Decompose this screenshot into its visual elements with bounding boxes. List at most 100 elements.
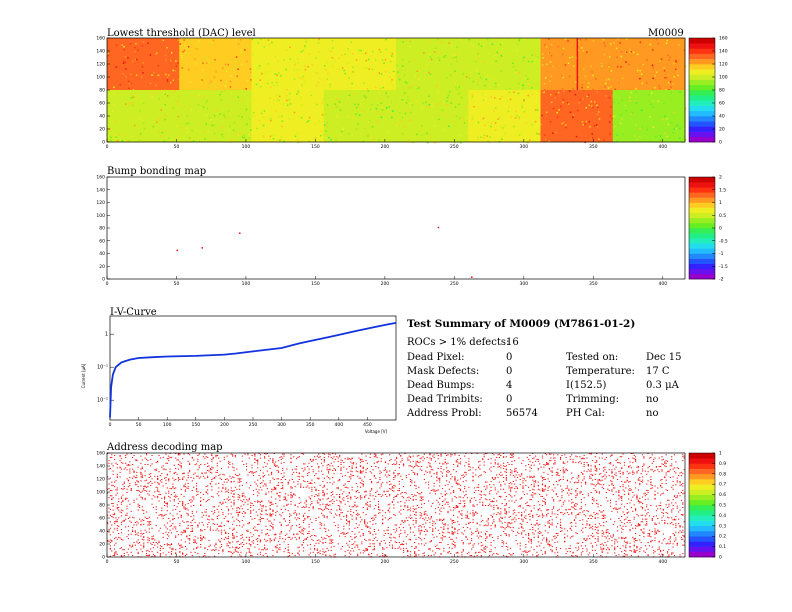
address-defect-pixel xyxy=(351,462,353,464)
threshold-pixel xyxy=(672,132,674,134)
threshold-palette-tick-label: 100 xyxy=(719,75,728,81)
address-defect-pixel xyxy=(229,542,231,544)
threshold-pixel xyxy=(317,81,320,84)
address-defect-pixel xyxy=(352,543,355,545)
address-defect-pixel xyxy=(489,551,491,553)
address-defect-pixel xyxy=(366,548,369,550)
address-defect-pixel xyxy=(234,456,237,458)
address-defect-pixel xyxy=(439,477,441,479)
threshold-pixel xyxy=(281,125,284,128)
threshold-pixel xyxy=(156,44,158,47)
threshold-pixel xyxy=(663,69,666,72)
address-defect-pixel xyxy=(398,483,400,485)
threshold-pixel xyxy=(141,124,143,127)
threshold-pixel xyxy=(285,94,288,97)
address-defect-pixel xyxy=(261,500,263,502)
address-defect-pixel xyxy=(109,514,111,516)
address-defect-pixel xyxy=(183,521,185,523)
address-defect-pixel xyxy=(218,511,220,513)
address-defect-pixel xyxy=(177,478,180,480)
address-defect-pixel xyxy=(447,501,449,503)
threshold-pixel xyxy=(279,116,281,118)
address-defect-pixel xyxy=(411,466,413,467)
threshold-pixel xyxy=(385,61,388,64)
address-defect-pixel xyxy=(430,505,432,507)
address-defect-pixel xyxy=(147,549,149,551)
threshold-pixel xyxy=(424,43,426,46)
threshold-pixel xyxy=(455,56,457,58)
address-defect-pixel xyxy=(330,495,332,497)
address-defect-pixel xyxy=(158,540,160,542)
address-defect-pixel xyxy=(330,540,332,542)
address-defect-pixel xyxy=(477,537,480,539)
bump-ytick-label: 160 xyxy=(96,175,105,181)
address-defect-pixel xyxy=(364,497,366,499)
threshold-pixel xyxy=(323,65,326,67)
address-defect-pixel xyxy=(309,536,312,538)
address-defect-pixel xyxy=(479,535,481,537)
address-defect-pixel xyxy=(143,486,145,488)
threshold-pixel xyxy=(661,71,663,74)
address-defect-pixel xyxy=(337,460,339,462)
address-defect-pixel xyxy=(475,499,477,501)
address-defect-pixel xyxy=(440,467,442,469)
address-defect-pixel xyxy=(194,521,196,523)
address-defect-pixel xyxy=(140,520,142,522)
address-defect-pixel xyxy=(384,467,387,469)
address-defect-pixel xyxy=(126,497,128,499)
address-defect-pixel xyxy=(458,454,460,456)
address-defect-pixel xyxy=(368,526,370,528)
address-defect-pixel xyxy=(290,514,292,516)
threshold-pixel xyxy=(458,86,461,88)
address-defect-pixel xyxy=(191,480,193,482)
threshold-pixel xyxy=(658,87,661,89)
address-defect-pixel xyxy=(211,510,213,512)
threshold-pixel xyxy=(271,81,273,84)
address-defect-pixel xyxy=(240,555,242,557)
mask-defects-value: 0 xyxy=(506,366,513,377)
address-defect-pixel xyxy=(457,466,459,467)
address-defect-pixel xyxy=(482,544,484,546)
address-defect-pixel xyxy=(490,525,492,527)
address-defect-pixel xyxy=(404,521,406,523)
address-defect-pixel xyxy=(440,493,442,495)
threshold-pixel xyxy=(450,102,452,104)
address-defect-pixel xyxy=(341,493,344,495)
address-defect-pixel xyxy=(308,462,310,464)
address-defect-pixel xyxy=(163,505,166,506)
address-defect-pixel xyxy=(464,506,466,508)
threshold-pixel xyxy=(233,121,236,124)
address-defect-pixel xyxy=(126,469,128,471)
threshold-pixel xyxy=(598,66,600,68)
address-defect-pixel xyxy=(286,504,288,506)
address-defect-pixel xyxy=(179,547,181,549)
address-defect-pixel xyxy=(195,475,198,477)
address-defect-pixel xyxy=(302,550,305,552)
threshold-pixel xyxy=(252,115,255,117)
address-defect-pixel xyxy=(190,525,192,527)
address-defect-pixel xyxy=(232,466,234,468)
bump-xtick-label: 50 xyxy=(174,281,180,287)
address-defect-pixel xyxy=(466,517,469,519)
threshold-pixel xyxy=(612,115,615,118)
address-defect-pixel xyxy=(393,471,395,473)
address-defect-pixel xyxy=(127,500,130,502)
address-defect-pixel xyxy=(357,497,359,499)
address-defect-pixel xyxy=(230,513,232,515)
threshold-pixel xyxy=(381,106,384,109)
address-defect-pixel xyxy=(232,537,234,539)
threshold-pixel xyxy=(306,94,308,97)
address-defect-pixel xyxy=(152,506,155,508)
threshold-pixel xyxy=(521,87,524,90)
address-defect-pixel xyxy=(365,490,367,492)
rocs-label: ROCs > 1% defects: xyxy=(407,337,510,348)
address-defect-pixel xyxy=(443,547,445,549)
address-defect-pixel xyxy=(347,544,349,546)
address-defect-pixel xyxy=(241,536,243,538)
address-defect-pixel xyxy=(490,480,492,482)
threshold-pixel xyxy=(153,101,156,103)
address-defect-pixel xyxy=(440,510,442,512)
address-defect-pixel xyxy=(240,538,242,540)
address-defect-pixel xyxy=(484,551,487,553)
threshold-palette-tick-label: 160 xyxy=(719,36,728,42)
